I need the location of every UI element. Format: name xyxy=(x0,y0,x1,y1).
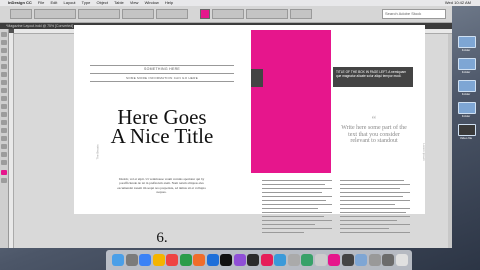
text-column-1 xyxy=(262,180,332,245)
wh-fields[interactable] xyxy=(78,9,120,19)
line-tool-icon[interactable] xyxy=(1,72,7,77)
rectangle-frame-tool-icon[interactable] xyxy=(1,96,7,101)
dock-app-icon[interactable] xyxy=(287,254,300,266)
rule-bottom xyxy=(90,81,234,82)
gradient-tool-icon[interactable] xyxy=(1,128,7,133)
dock-app-icon[interactable] xyxy=(166,254,178,266)
dock-app-icon[interactable] xyxy=(314,254,327,266)
text-column-2 xyxy=(340,180,410,245)
type-tool-icon[interactable] xyxy=(1,64,7,69)
eyedropper-tool-icon[interactable] xyxy=(1,144,7,149)
fill-color-icon[interactable] xyxy=(1,170,7,175)
rule-middle xyxy=(90,73,234,74)
left-subtitle: SOMETHING HERE xyxy=(143,67,181,71)
note-tool-icon[interactable] xyxy=(1,136,7,141)
dock-app-icon[interactable] xyxy=(355,254,367,266)
page-title: Here Goes A Nice Title xyxy=(74,107,250,148)
pink-color-block[interactable] xyxy=(251,30,331,173)
dark-corner-block[interactable] xyxy=(251,69,263,87)
dock-app-icon[interactable] xyxy=(274,254,286,266)
desktop-folder-icon[interactable] xyxy=(458,102,476,114)
desktop-icon-label: Video file xyxy=(459,136,473,140)
desktop-icon-label: Folder xyxy=(461,92,471,96)
dock xyxy=(106,250,412,270)
desktop-video-icon[interactable] xyxy=(458,124,476,136)
reference-point-button[interactable] xyxy=(10,9,32,19)
dock-app-icon[interactable] xyxy=(247,254,259,266)
left-page[interactable]: SOMETHING HERE SOME MORE INFORMATION CAN… xyxy=(74,25,250,246)
dock-app-icon[interactable] xyxy=(125,254,138,266)
vertical-scrollbar[interactable] xyxy=(448,34,452,248)
xy-fields[interactable] xyxy=(34,9,76,19)
right-margin-label: Lorem Ipsum xyxy=(421,143,426,161)
stock-search-input[interactable]: Search Adobe Stock xyxy=(382,9,446,19)
page-tool-icon[interactable] xyxy=(1,48,7,53)
selection-tool-icon[interactable] xyxy=(1,32,7,37)
direct-selection-tool-icon[interactable] xyxy=(1,40,7,45)
desktop-icon-label: Folder xyxy=(461,70,471,74)
page-title-line-2: A Nice Title xyxy=(110,124,214,148)
dock-app-icon[interactable] xyxy=(193,254,205,266)
dock-app-icon[interactable] xyxy=(206,254,219,266)
intro-paragraph: Itisdolr, vel et ulpit. Ut venimouse veu… xyxy=(117,177,206,195)
dock-app-icon[interactable] xyxy=(301,254,313,266)
tools-panel xyxy=(0,29,9,248)
dock-app-icon[interactable] xyxy=(112,254,124,266)
pull-quote: Write here some part of the text that yo… xyxy=(341,125,407,144)
dock-app-icon[interactable] xyxy=(139,254,151,266)
dock-app-icon[interactable] xyxy=(328,254,340,266)
desktop-folder-icon[interactable] xyxy=(458,36,476,48)
desktop-folder-icon[interactable] xyxy=(458,58,476,70)
scissors-tool-icon[interactable] xyxy=(1,112,7,117)
effects-fields[interactable] xyxy=(246,9,288,19)
desktop-icon-label: Folder xyxy=(461,114,471,118)
highlight-box: TITLE OF THE BOX IN PAGE LEFT. A nemiqua… xyxy=(333,67,413,87)
dock-app-icon[interactable] xyxy=(395,254,408,266)
fill-swatch[interactable] xyxy=(200,9,210,19)
stroke-color-icon[interactable] xyxy=(1,178,7,183)
page-number: 6. xyxy=(156,230,168,246)
pen-tool-icon[interactable] xyxy=(1,80,7,85)
zoom-tool-icon[interactable] xyxy=(1,160,7,165)
dock-app-icon[interactable] xyxy=(179,254,192,266)
rule-top xyxy=(90,65,234,66)
dock-app-icon[interactable] xyxy=(382,254,394,266)
dock-app-icon[interactable] xyxy=(220,254,232,266)
rectangle-tool-icon[interactable] xyxy=(1,104,7,109)
desktop-folder-icon[interactable] xyxy=(458,80,476,92)
dock-app-icon[interactable] xyxy=(233,254,246,266)
dock-app-icon[interactable] xyxy=(368,254,381,266)
dock-app-icon[interactable] xyxy=(260,254,273,266)
zoom-field[interactable] xyxy=(290,9,312,19)
left-subtitle-secondary: SOME MORE INFORMATION CAN GO HERE xyxy=(125,76,198,80)
free-transform-tool-icon[interactable] xyxy=(1,120,7,125)
rotate-fields[interactable] xyxy=(156,9,188,19)
stroke-fields[interactable] xyxy=(212,9,244,19)
control-bar: Search Adobe Stock xyxy=(0,6,452,23)
dock-app-icon[interactable] xyxy=(341,254,354,266)
dock-app-icon[interactable] xyxy=(152,254,165,266)
desktop-icon-label: Folder xyxy=(461,48,471,52)
gap-tool-icon[interactable] xyxy=(1,56,7,61)
left-margin-label: The Beasts xyxy=(95,144,100,160)
scale-fields[interactable] xyxy=(122,9,154,19)
pencil-tool-icon[interactable] xyxy=(1,88,7,93)
hand-tool-icon[interactable] xyxy=(1,152,7,157)
